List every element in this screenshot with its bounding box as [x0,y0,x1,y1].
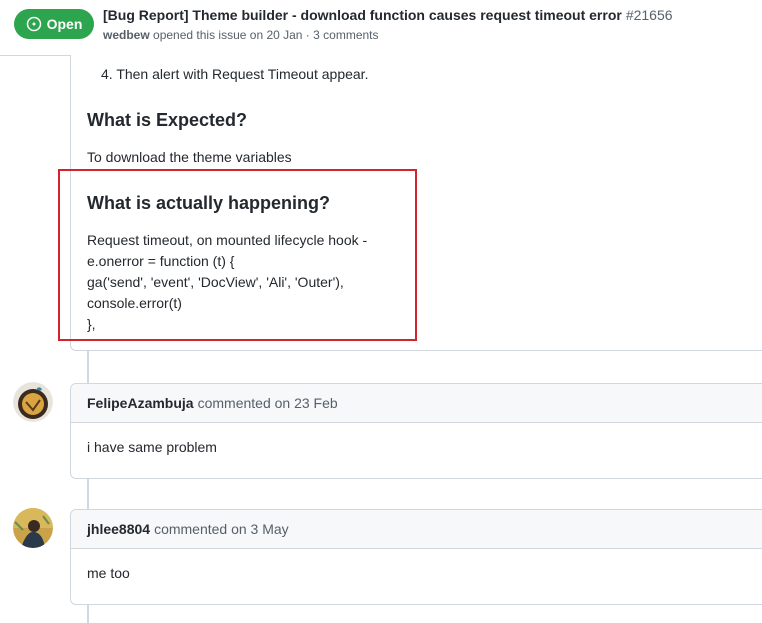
comment-1: FelipeAzambuja commented on 23 Feb i hav… [70,383,762,479]
issue-title: [Bug Report] Theme builder - download fu… [103,7,673,23]
comment-1-action[interactable]: commented on 23 Feb [198,395,338,411]
avatar-image [13,382,53,422]
issue-meta: wedbew opened this issue on 20 Jan · 3 c… [103,28,379,42]
expected-text: To download the theme variables [87,149,292,165]
issue-state-label: Open [46,16,83,32]
comment-1-author[interactable]: FelipeAzambuja [87,395,194,411]
comment-2-header: jhlee8804 commented on 3 May [71,510,762,549]
comment-2: jhlee8804 commented on 3 May me too [70,509,762,605]
issue-number: #21656 [625,7,673,23]
actual-line-2: e.onerror = function (t) { [87,253,235,269]
issue-meta-text: opened this issue on 20 Jan · 3 comments [153,28,379,42]
issue-state-badge: Open [14,9,94,39]
issue-header: Open [Bug Report] Theme builder - downlo… [0,0,762,56]
avatar-felipeazambuja[interactable] [13,382,53,422]
step-4-text: 4. Then alert with Request Timeout appea… [101,66,369,82]
comment-2-body: me too [87,565,130,581]
issue-author-link[interactable]: wedbew [103,28,150,42]
actual-line-4: console.error(t) [87,295,182,311]
actual-line-1: Request timeout, on mounted lifecycle ho… [87,232,368,248]
comment-2-author[interactable]: jhlee8804 [87,521,150,537]
actual-heading: What is actually happening? [87,193,331,213]
avatar-image [13,508,53,548]
comment-2-action[interactable]: commented on 3 May [154,521,289,537]
avatar-jhlee8804[interactable] [13,508,53,548]
issue-title-text: [Bug Report] Theme builder - download fu… [103,7,622,23]
actual-line-5: }, [87,316,96,332]
comment-1-header: FelipeAzambuja commented on 23 Feb [71,384,762,423]
actual-line-3: ga('send', 'event', 'DocView', 'Ali', 'O… [87,274,344,290]
expected-heading: What is Expected? [87,110,248,130]
comment-1-body: i have same problem [87,439,217,455]
issue-opened-icon [26,16,41,32]
